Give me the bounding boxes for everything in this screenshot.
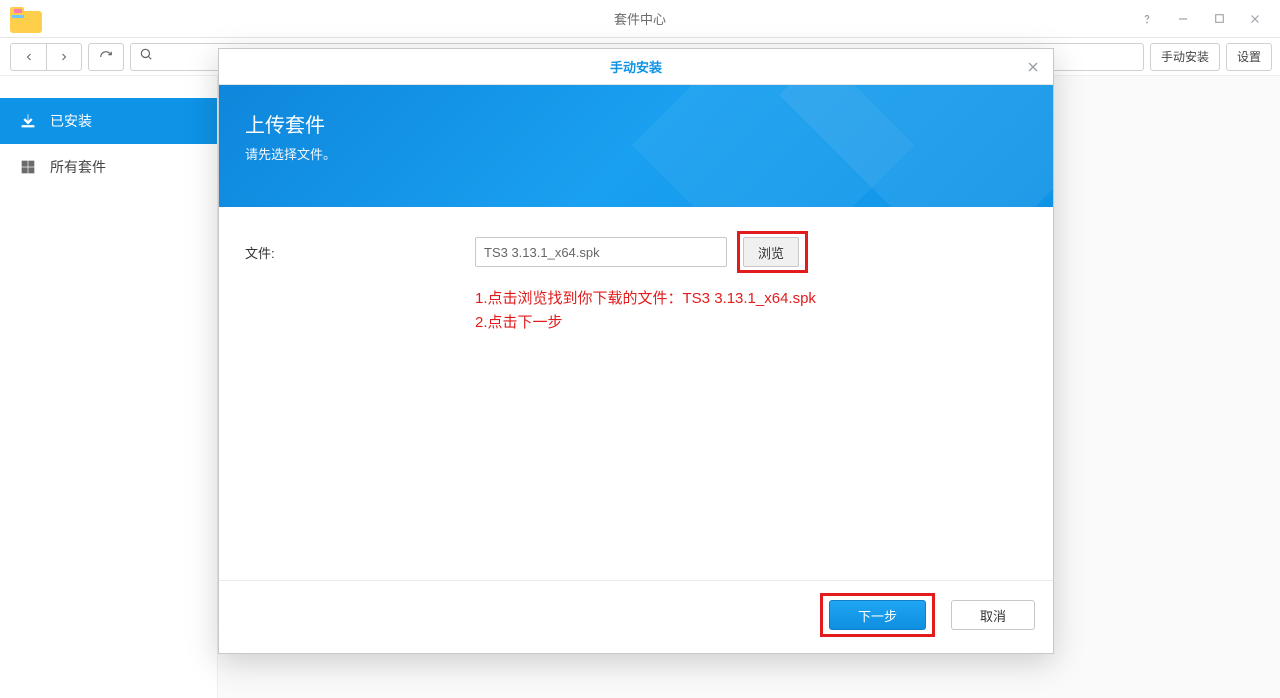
minimize-icon[interactable] [1174, 10, 1192, 28]
instruction-line-2: 2.点击下一步 [475, 311, 1027, 335]
cancel-button[interactable]: 取消 [951, 600, 1035, 630]
grid-icon [18, 157, 38, 177]
back-button[interactable] [10, 43, 46, 71]
dialog-header: 手动安装 [219, 49, 1053, 85]
file-row: 文件: TS3 3.13.1_x64.spk 浏览 [245, 231, 1027, 273]
maximize-icon[interactable] [1210, 10, 1228, 28]
dialog-content: 文件: TS3 3.13.1_x64.spk 浏览 1.点击浏览找到你下载的文件… [219, 207, 1053, 335]
file-label: 文件: [245, 243, 465, 262]
sidebar-item-label: 所有套件 [50, 157, 106, 177]
close-icon[interactable] [1246, 10, 1264, 28]
download-icon [18, 111, 38, 131]
manual-install-dialog: 手动安装 上传套件 请先选择文件。 文件: TS3 3.13.1_x64.spk… [218, 48, 1054, 654]
dialog-banner: 上传套件 请先选择文件。 [219, 85, 1053, 207]
manual-install-button[interactable]: 手动安装 [1150, 43, 1220, 71]
app-icon [10, 5, 42, 33]
dialog-footer: 下一步 取消 [219, 580, 1053, 653]
dialog-title: 手动安装 [610, 57, 662, 76]
banner-subtitle: 请先选择文件。 [245, 144, 1027, 163]
sidebar: 已安装 所有套件 [0, 76, 218, 698]
instruction-annotation: 1.点击浏览找到你下载的文件：TS3 3.13.1_x64.spk 2.点击下一… [475, 287, 1027, 335]
settings-button[interactable]: 设置 [1226, 43, 1272, 71]
sidebar-item-label: 已安装 [50, 111, 92, 131]
next-highlight: 下一步 [820, 593, 935, 637]
banner-heading: 上传套件 [245, 109, 1027, 138]
dialog-close-button[interactable] [1023, 57, 1043, 77]
sidebar-item-all[interactable]: 所有套件 [0, 144, 217, 190]
help-icon[interactable] [1138, 10, 1156, 28]
forward-button[interactable] [46, 43, 82, 71]
browse-highlight: 浏览 [737, 231, 808, 273]
instruction-line-1: 1.点击浏览找到你下载的文件：TS3 3.13.1_x64.spk [475, 287, 1027, 311]
nav-group [10, 43, 82, 71]
search-icon [139, 47, 153, 66]
window-controls [1138, 10, 1280, 28]
window-title: 套件中心 [0, 9, 1280, 28]
window-titlebar: 套件中心 [0, 0, 1280, 38]
file-name-field[interactable]: TS3 3.13.1_x64.spk [475, 237, 727, 267]
refresh-button[interactable] [88, 43, 124, 71]
browse-button[interactable]: 浏览 [743, 237, 799, 267]
next-button[interactable]: 下一步 [829, 600, 926, 630]
sidebar-item-installed[interactable]: 已安装 [0, 98, 217, 144]
